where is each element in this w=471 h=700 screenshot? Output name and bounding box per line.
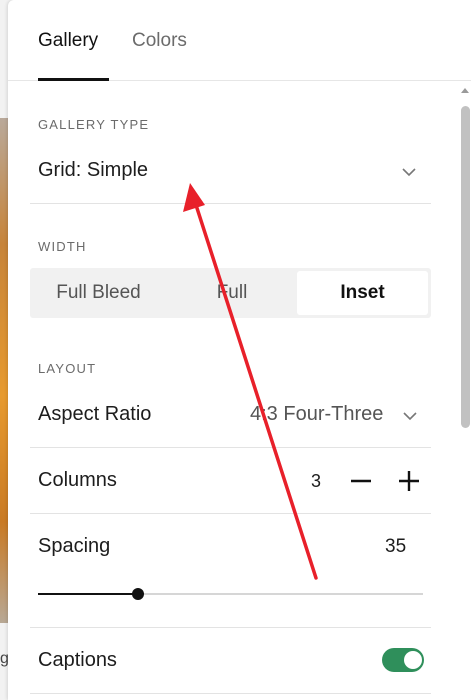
- spacing-label: Spacing: [38, 535, 111, 557]
- width-label: WIDTH: [38, 239, 87, 254]
- background-image-strip: [0, 118, 8, 623]
- gallery-type-label: GALLERY TYPE: [38, 117, 150, 132]
- active-tab-indicator: [38, 78, 109, 81]
- scrollbar-thumb[interactable]: [461, 106, 470, 428]
- columns-value: 3: [311, 471, 322, 491]
- scroll-up-arrow-icon[interactable]: [461, 86, 469, 94]
- divider: [30, 693, 431, 694]
- chevron-down-icon: [403, 412, 417, 421]
- plus-icon[interactable]: [396, 468, 422, 494]
- aspect-ratio-label: Aspect Ratio: [38, 403, 152, 425]
- panel-scrollbar[interactable]: [459, 86, 471, 700]
- panel-tabs: Gallery Colors: [8, 0, 471, 81]
- aspect-ratio-select[interactable]: Aspect Ratio 4:3 Four-Three: [30, 388, 431, 440]
- gallery-type-value: Grid: Simple: [38, 159, 149, 181]
- width-segmented-control: Full Bleed Full Inset: [30, 268, 431, 318]
- divider: [30, 627, 431, 628]
- captions-label: Captions: [38, 649, 117, 671]
- spacing-slider-thumb[interactable]: [132, 588, 145, 600]
- background-partial-text: g: [0, 650, 8, 667]
- spacing-slider[interactable]: [38, 588, 423, 600]
- layout-label: LAYOUT: [38, 361, 97, 376]
- tab-gallery[interactable]: Gallery: [38, 30, 98, 52]
- gallery-settings-panel: Gallery Colors GALLERY TYPE Grid: Simple…: [8, 0, 471, 700]
- width-option-full[interactable]: Full: [167, 268, 297, 318]
- captions-toggle[interactable]: [382, 648, 424, 672]
- toggle-knob: [404, 651, 422, 669]
- width-option-full-bleed[interactable]: Full Bleed: [30, 268, 167, 318]
- divider: [30, 203, 431, 204]
- width-option-inset[interactable]: Inset: [297, 271, 428, 315]
- divider: [30, 447, 431, 448]
- spacing-slider-fill: [38, 593, 139, 595]
- divider: [30, 513, 431, 514]
- columns-label: Columns: [38, 469, 117, 491]
- spacing-value: 35: [385, 536, 407, 557]
- gallery-type-select[interactable]: Grid: Simple: [30, 148, 431, 196]
- aspect-ratio-value: 4:3 Four-Three: [250, 403, 384, 425]
- tab-colors[interactable]: Colors: [132, 30, 187, 52]
- chevron-down-icon: [402, 168, 416, 177]
- minus-icon[interactable]: [348, 468, 374, 494]
